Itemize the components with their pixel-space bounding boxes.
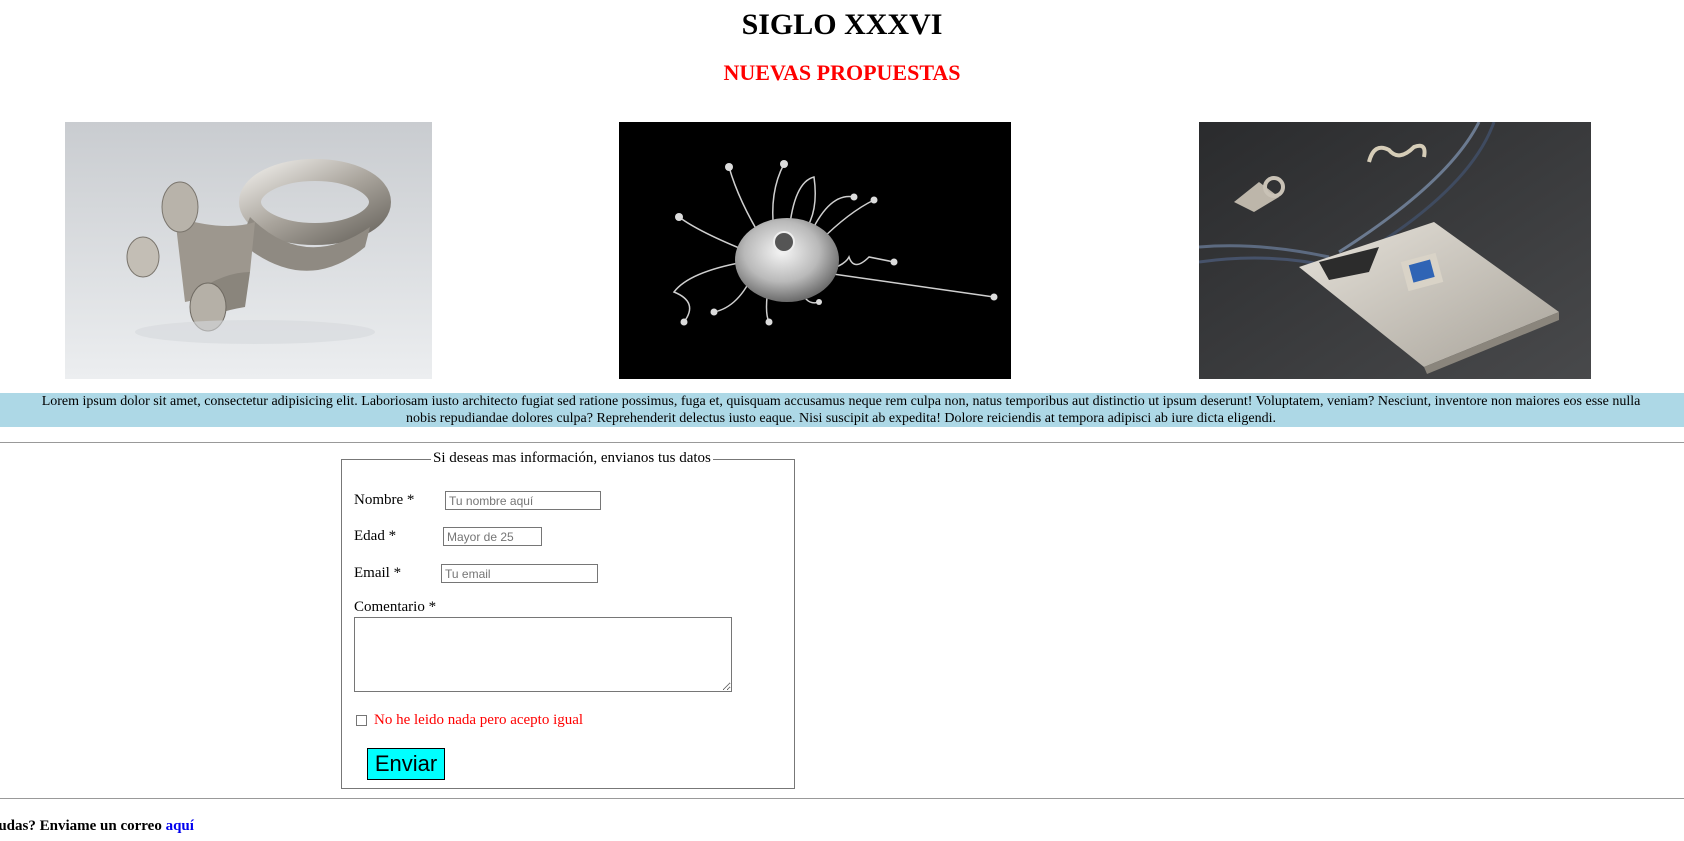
page-title: SIGLO XXXVI — [741, 8, 943, 41]
edad-input[interactable] — [443, 527, 542, 546]
nombre-label: Nombre * — [354, 492, 415, 508]
silver-ring-photo — [65, 122, 432, 379]
divider-bottom — [0, 798, 1684, 799]
email-label: Email * — [354, 565, 402, 581]
intro-paragraph: Lorem ipsum dolor sit amet, consectetur … — [0, 393, 1684, 427]
silver-pendant-photo — [1199, 122, 1591, 379]
email-link[interactable]: aquí — [166, 818, 194, 834]
enviar-button[interactable]: Enviar — [367, 748, 445, 780]
footer-text: ¿Dudas? Enviame un correo — [0, 818, 162, 834]
email-input[interactable] — [441, 564, 598, 583]
accept-checkbox-label[interactable]: No he leido nada pero acepto igual — [374, 712, 583, 729]
form-legend: Si deseas mas información, envianos tus … — [431, 450, 713, 467]
footer: ¿Dudas? Enviame un correo aquí — [0, 818, 194, 835]
page-subtitle: NUEVAS PROPUESTAS — [723, 60, 961, 85]
silver-brooch-photo — [619, 122, 1011, 379]
edad-label: Edad * — [354, 528, 397, 544]
accept-checkbox[interactable] — [356, 715, 367, 726]
comentario-textarea[interactable] — [354, 617, 732, 692]
comentario-label: Comentario * — [354, 599, 437, 615]
divider-top — [0, 442, 1684, 443]
nombre-input[interactable] — [445, 491, 601, 510]
